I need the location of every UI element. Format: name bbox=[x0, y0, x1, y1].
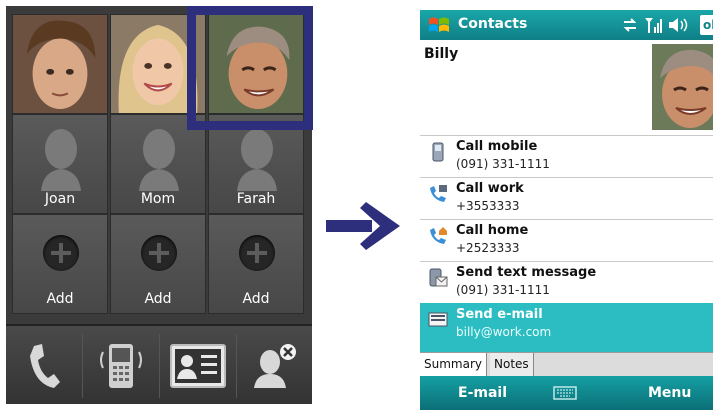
volume-icon[interactable] bbox=[668, 17, 690, 33]
remove-contact-button[interactable] bbox=[237, 326, 312, 404]
keyboard-icon[interactable] bbox=[553, 386, 577, 400]
favorite-name: Farah bbox=[236, 191, 276, 207]
phone-device-icon bbox=[100, 344, 142, 388]
call-home-item[interactable]: Call home +2523333 bbox=[420, 219, 713, 261]
add-favorite-button[interactable]: Add bbox=[110, 214, 206, 314]
action-label: Call mobile bbox=[456, 139, 538, 154]
work-phone-icon bbox=[430, 185, 447, 202]
favorite-photo-young-man[interactable] bbox=[12, 14, 108, 114]
softkey-menu[interactable]: Menu bbox=[648, 385, 691, 401]
screenshot-stage: Joan Mom Farah Add Add Add Contacts o Bi… bbox=[0, 0, 713, 410]
tab-bar: Summary Notes bbox=[420, 352, 713, 377]
home-phone-icon bbox=[430, 227, 447, 244]
sms-icon bbox=[429, 268, 448, 287]
person-silhouette-icon bbox=[41, 129, 81, 191]
action-label: Send e-mail bbox=[456, 307, 543, 322]
plus-icon bbox=[43, 235, 79, 271]
plus-icon bbox=[141, 235, 177, 271]
selection-highlight bbox=[187, 6, 313, 130]
bottom-toolbar bbox=[6, 324, 312, 404]
action-value: (091) 331-1111 bbox=[456, 157, 550, 171]
contact-card-button[interactable] bbox=[160, 326, 236, 404]
tab-notes[interactable]: Notes bbox=[490, 353, 534, 377]
action-value: billy@work.com bbox=[456, 325, 552, 339]
action-label: Send text message bbox=[456, 265, 597, 280]
send-email-item[interactable]: Send e-mail billy@work.com bbox=[420, 303, 713, 352]
action-value: +2523333 bbox=[456, 241, 520, 255]
contact-details-screen: Contacts ok Billy bbox=[420, 10, 713, 410]
action-label: Call home bbox=[456, 223, 529, 238]
phone-icon bbox=[30, 344, 60, 388]
action-label: Call work bbox=[456, 181, 524, 196]
right-arrow-icon bbox=[326, 202, 400, 250]
favorite-contact-joan[interactable]: Joan bbox=[12, 114, 108, 214]
app-title: Contacts bbox=[458, 16, 528, 32]
connectivity-icon[interactable] bbox=[622, 18, 638, 32]
add-label: Add bbox=[144, 291, 172, 307]
softkey-bar: E-mail Menu bbox=[420, 376, 713, 410]
call-work-item[interactable]: Call work +3553333 bbox=[420, 177, 713, 219]
phone-button[interactable] bbox=[6, 326, 82, 404]
signal-strength-icon[interactable] bbox=[644, 16, 664, 34]
add-label: Add bbox=[46, 291, 74, 307]
contact-card-icon bbox=[170, 344, 226, 388]
plus-icon bbox=[239, 235, 275, 271]
add-label: Add bbox=[242, 291, 270, 307]
contact-header: Billy bbox=[420, 40, 713, 135]
send-text-message-item[interactable]: Send text message (091) 331-1111 bbox=[420, 261, 713, 303]
contact-photo bbox=[652, 44, 713, 130]
tab-summary[interactable]: Summary bbox=[420, 353, 487, 377]
action-value: +3553333 bbox=[456, 199, 520, 213]
ok-button[interactable]: ok bbox=[700, 15, 713, 35]
person-silhouette-icon bbox=[139, 129, 179, 191]
title-bar: Contacts ok bbox=[420, 10, 713, 40]
contact-name: Billy bbox=[424, 46, 459, 62]
mobile-phone-icon bbox=[432, 142, 444, 162]
remove-contact-icon bbox=[254, 344, 296, 388]
add-favorite-button[interactable]: Add bbox=[208, 214, 304, 314]
email-icon bbox=[428, 312, 448, 327]
device-button[interactable] bbox=[83, 326, 159, 404]
windows-start-icon[interactable] bbox=[428, 15, 450, 35]
softkey-email[interactable]: E-mail bbox=[458, 385, 507, 401]
call-mobile-item[interactable]: Call mobile (091) 331-1111 bbox=[420, 135, 713, 177]
favorite-name: Mom bbox=[140, 191, 176, 207]
person-silhouette-icon bbox=[237, 129, 277, 191]
favorite-name: Joan bbox=[44, 191, 76, 207]
add-favorite-button[interactable]: Add bbox=[12, 214, 108, 314]
action-value: (091) 331-1111 bbox=[456, 283, 550, 297]
